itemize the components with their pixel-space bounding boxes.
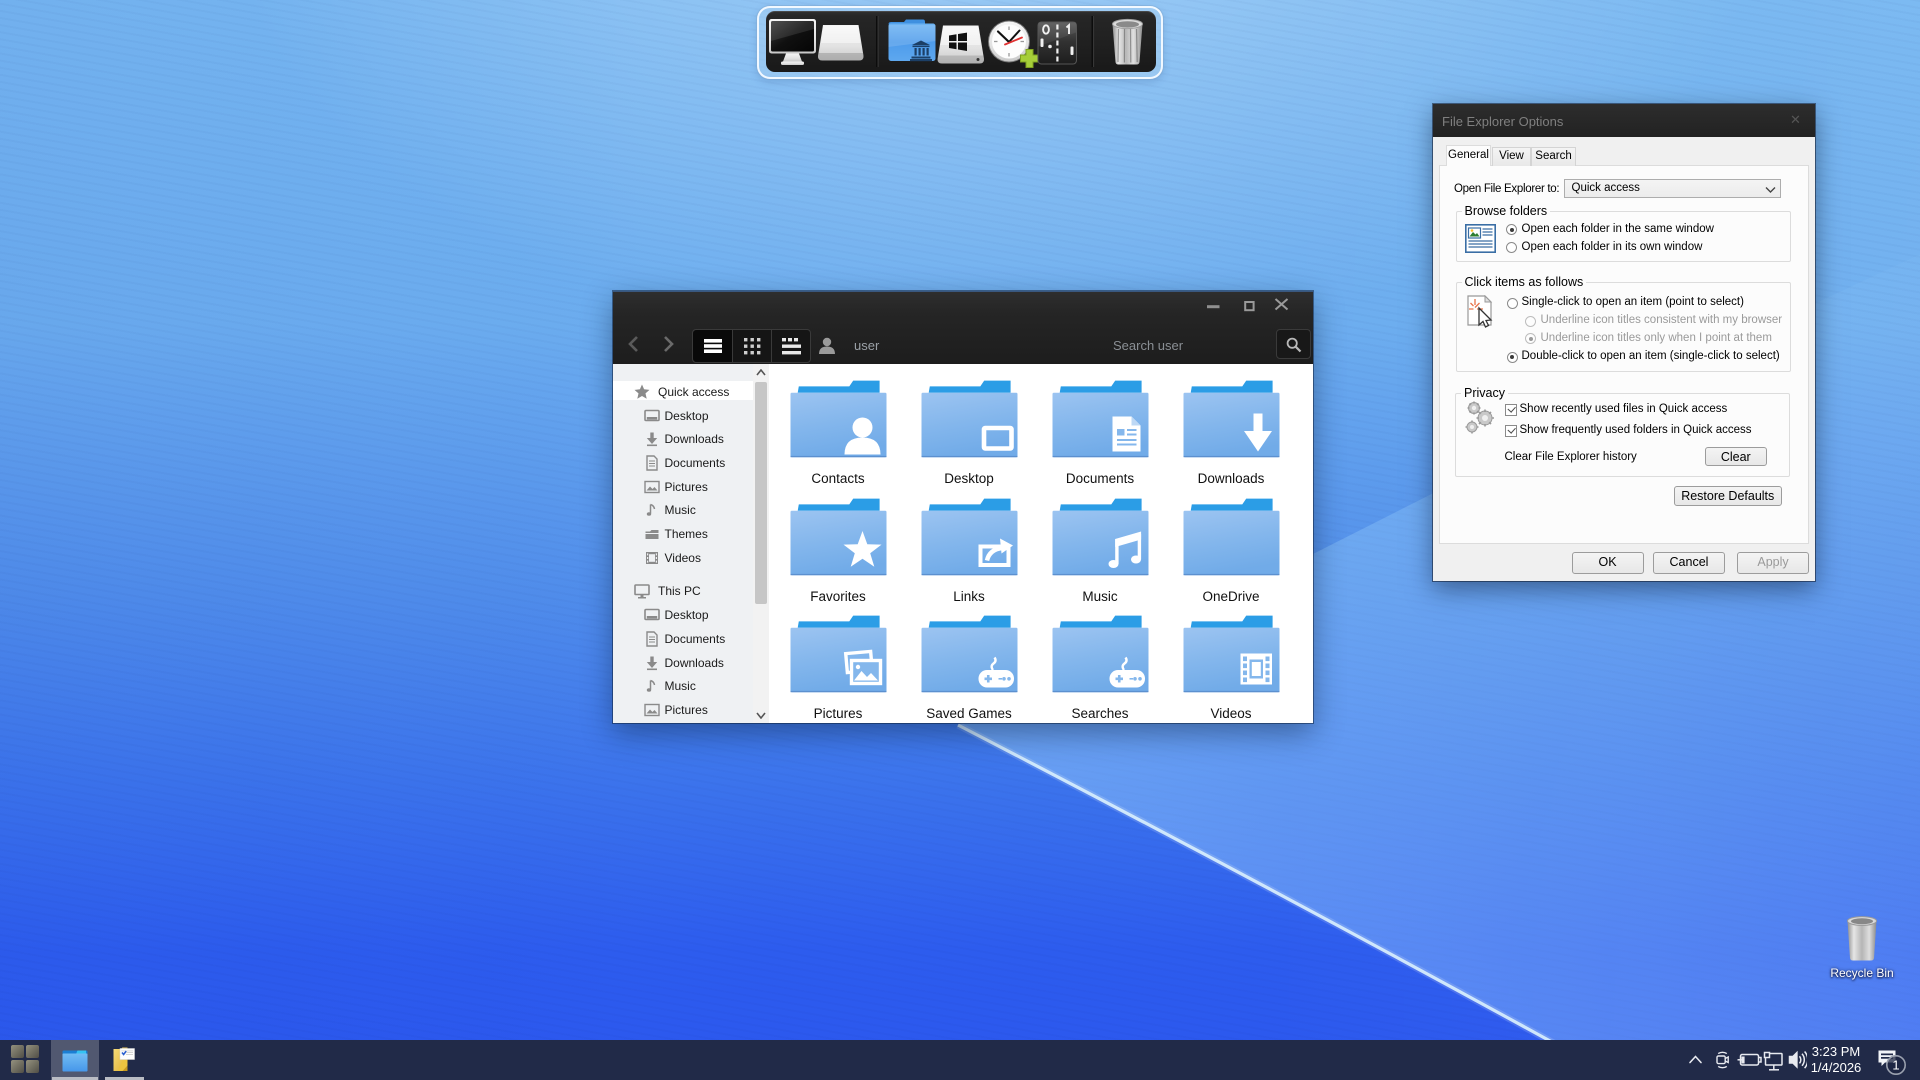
svg-text:1: 1	[1892, 1058, 1899, 1073]
